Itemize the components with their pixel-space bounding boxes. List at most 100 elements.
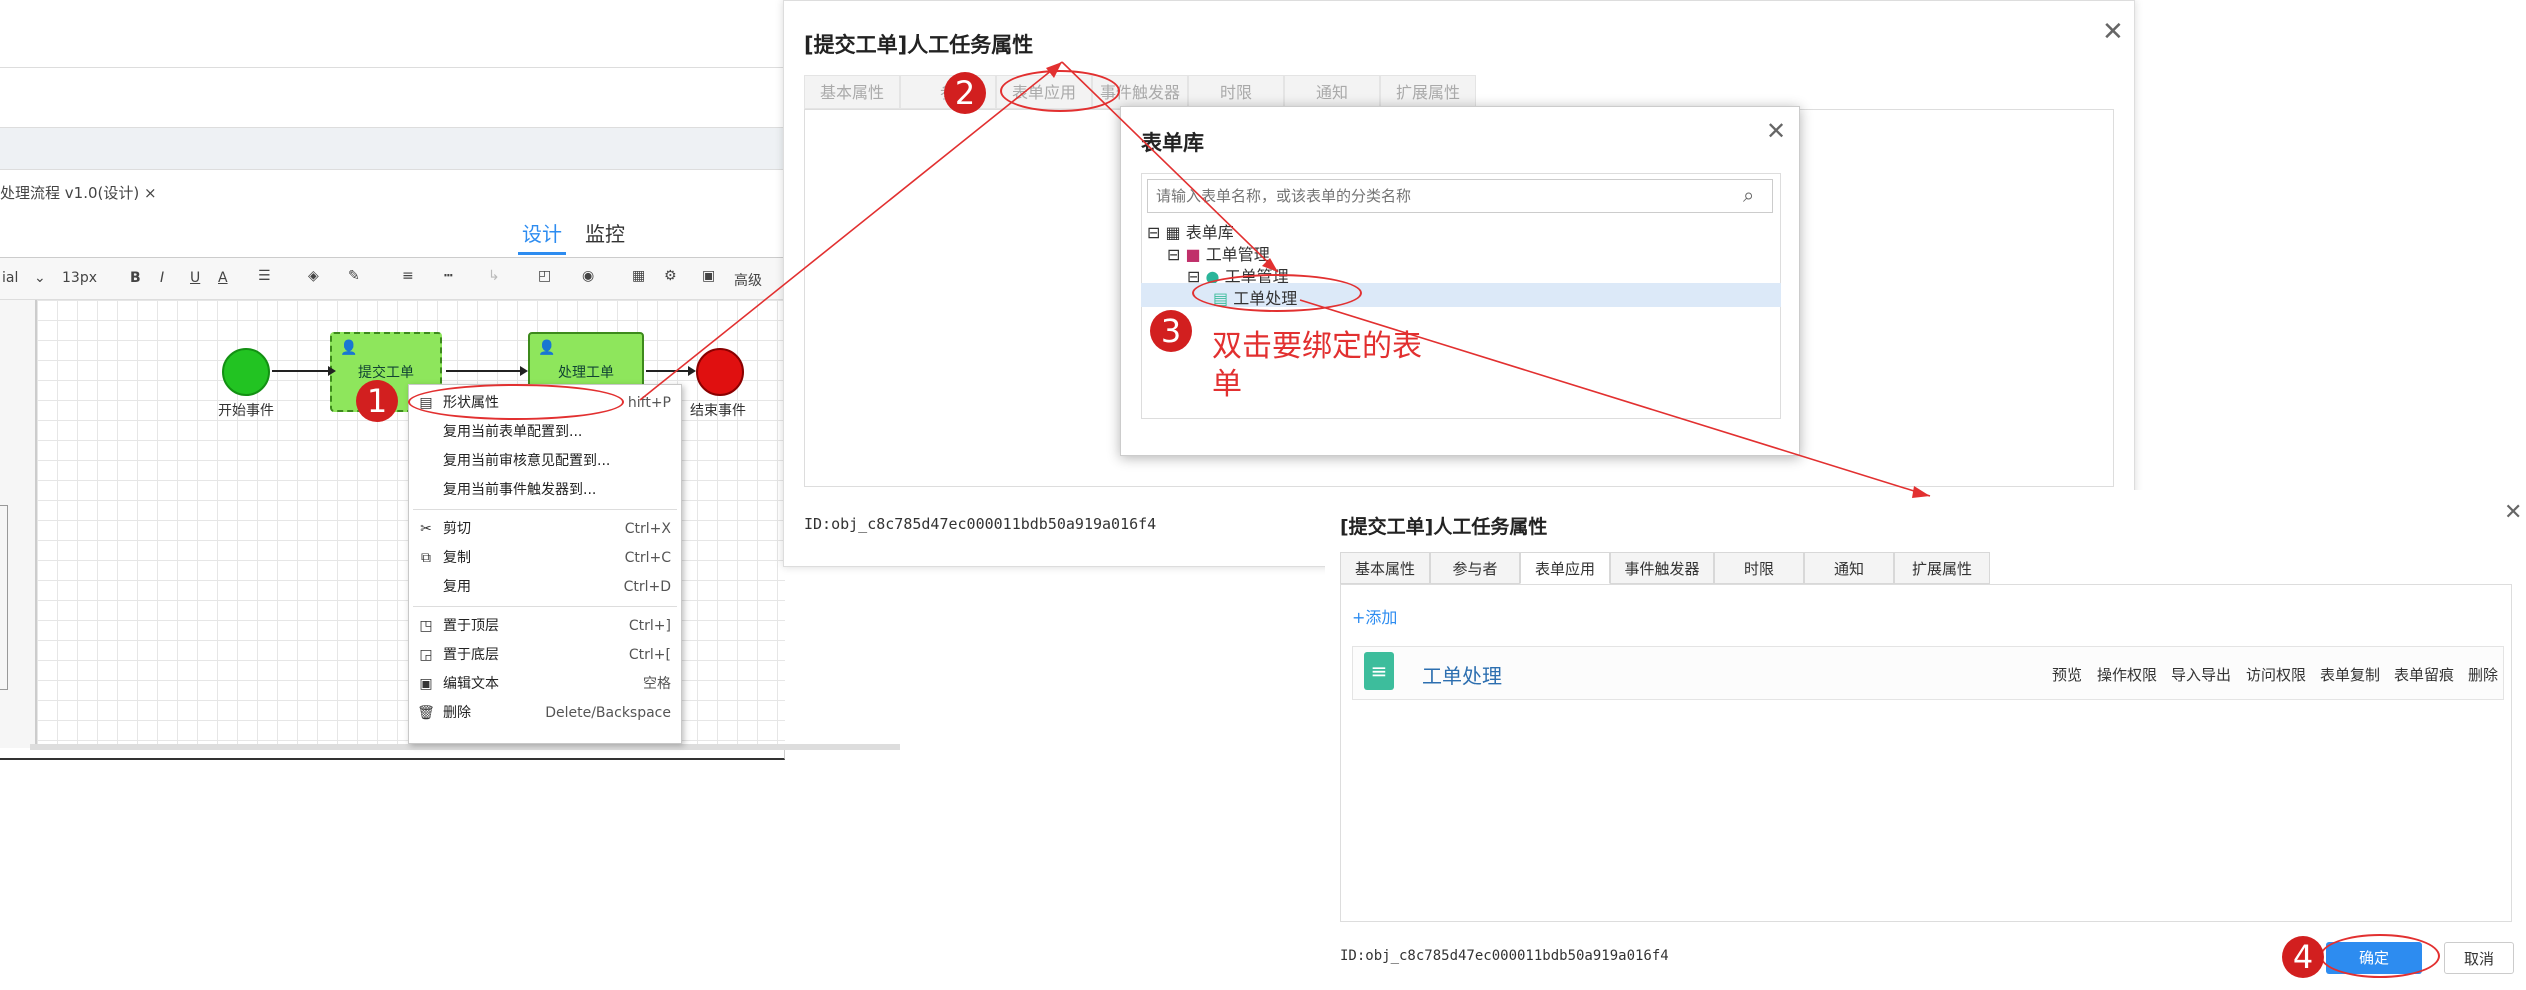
action-form-trace[interactable]: 表单留痕	[2394, 664, 2454, 685]
editor-header	[0, 0, 785, 68]
editor-menubar	[0, 68, 785, 128]
tab-design-underline	[518, 252, 566, 255]
context-menu: ▤ 形状属性 hift+P 复用当前表单配置到... 复用当前审核意见配置到... …	[408, 384, 682, 744]
flow-arrows	[272, 366, 696, 376]
trash-icon: 🗑	[417, 705, 435, 721]
arrange-icon[interactable]: ◰	[538, 268, 551, 284]
menu-item-cut[interactable]: ✂ 剪切 Ctrl+X	[409, 515, 681, 544]
step-marker: 4	[2282, 936, 2324, 978]
tab-time-limit[interactable]: 时限	[1714, 552, 1804, 584]
bring-front-icon: ◳	[419, 618, 433, 634]
line-color-icon[interactable]: ✎	[348, 268, 360, 284]
annotation-ellipse	[1000, 70, 1120, 112]
annotation-text-line1: 双击要绑定的表	[1212, 329, 1422, 364]
menu-item-copy[interactable]: ⧉ 复制 Ctrl+C	[409, 544, 681, 573]
chevron-down-icon[interactable]: ⌄	[34, 270, 46, 286]
annotation-text-line2: 单	[1212, 367, 1242, 402]
menu-divider	[413, 606, 677, 607]
document-tab[interactable]: 处理流程 v1.0(设计) ×	[0, 178, 157, 208]
palette-panel	[0, 505, 8, 690]
tab-monitor[interactable]: 监控	[585, 218, 625, 247]
menu-item-duplicate[interactable]: 复用 Ctrl+D	[409, 573, 681, 602]
italic-button[interactable]: I	[160, 270, 164, 286]
add-form-button[interactable]: +添加	[1352, 604, 1397, 628]
end-event-label: 结束事件	[690, 403, 746, 419]
send-back-icon: ◲	[419, 647, 433, 663]
advanced-menu[interactable]: 高级	[734, 270, 762, 290]
object-id: ID:obj_c8c785d47ec000011bdb50a919a016f4	[804, 515, 1157, 533]
search-icon[interactable]: ⌕	[1743, 183, 1754, 207]
tree-group-label: 工单管理	[1205, 245, 1270, 264]
action-access-permission[interactable]: 访问权限	[2246, 664, 2306, 685]
tab-event-trigger[interactable]: 事件触发器	[1610, 552, 1714, 584]
tab-extended[interactable]: 扩展属性	[1380, 75, 1476, 109]
user-icon: 👤	[538, 340, 556, 356]
tab-participants[interactable]: 参与者	[1430, 552, 1520, 584]
form-app-panel	[1340, 584, 2512, 922]
font-size-select[interactable]: 13px	[62, 270, 97, 286]
annotation-ellipse	[408, 384, 624, 420]
step-marker: 1	[356, 380, 398, 422]
tab-basic[interactable]: 基本属性	[1340, 552, 1430, 584]
bold-button[interactable]: B	[130, 270, 141, 286]
form-name[interactable]: 工单处理	[1422, 660, 1502, 689]
menu-item-reuse-review[interactable]: 复用当前审核意见配置到...	[409, 447, 681, 476]
form-file-icon: ≡	[1364, 652, 1394, 690]
object-id: ID:obj_c8c785d47ec000011bdb50a919a016f4	[1340, 948, 1669, 964]
align-icon[interactable]: ☰	[258, 268, 271, 284]
menu-item-reuse-form[interactable]: 复用当前表单配置到...	[409, 418, 681, 447]
close-icon[interactable]: ✕	[1766, 117, 1786, 145]
annotation-text: 双击要绑定的表 单	[1212, 328, 1422, 404]
action-op-permission[interactable]: 操作权限	[2097, 664, 2157, 685]
grid-icon[interactable]: ▦	[632, 268, 645, 284]
cancel-button[interactable]: 取消	[2444, 942, 2514, 974]
menu-item-reuse-trigger[interactable]: 复用当前事件触发器到...	[409, 476, 681, 505]
font-color-button[interactable]: A	[218, 270, 228, 286]
fill-color-icon[interactable]: ◈	[308, 268, 319, 284]
menu-item-delete[interactable]: 🗑 删除 Delete/Backspace	[409, 699, 681, 728]
dialog-title: [提交工单]人工任务属性	[1340, 516, 1548, 538]
font-select[interactable]: ial	[2, 270, 18, 286]
tab-extended[interactable]: 扩展属性	[1894, 552, 1990, 584]
tab-design[interactable]: 设计	[522, 218, 562, 247]
tree-node-root[interactable]: ⊟ ▦ 表单库	[1147, 219, 1234, 243]
editor-subbar	[0, 128, 785, 170]
action-preview[interactable]: 预览	[2052, 664, 2082, 685]
annotation-ellipse	[2320, 934, 2440, 978]
copy-icon: ⧉	[421, 550, 431, 566]
close-icon[interactable]: ✕	[2504, 500, 2522, 525]
menu-item-send-back[interactable]: ◲ 置于底层 Ctrl+[	[409, 641, 681, 670]
form-library-title: 表单库	[1141, 131, 1204, 155]
scissors-icon: ✂	[420, 521, 432, 537]
action-delete[interactable]: 删除	[2468, 664, 2498, 685]
tab-time-limit[interactable]: 时限	[1188, 75, 1284, 109]
step-marker: 2	[944, 72, 986, 114]
horizontal-scrollbar[interactable]	[30, 744, 900, 750]
form-search-input[interactable]	[1147, 179, 1773, 213]
view-icon[interactable]: ◉	[582, 268, 594, 284]
tree-node-group[interactable]: ⊟ ■ 工单管理	[1167, 241, 1270, 265]
start-event-label: 开始事件	[218, 403, 274, 419]
close-icon[interactable]: ✕	[2102, 17, 2124, 47]
tab-basic[interactable]: 基本属性	[804, 75, 900, 109]
tab-notify[interactable]: 通知	[1284, 75, 1380, 109]
underline-button[interactable]: U	[190, 270, 200, 286]
tab-notify[interactable]: 通知	[1804, 552, 1894, 584]
step-marker: 3	[1150, 310, 1192, 352]
menu-item-bring-front[interactable]: ◳ 置于顶层 Ctrl+]	[409, 612, 681, 641]
dialog-title: [提交工单]人工任务属性	[804, 33, 1034, 57]
design-tabs-bar	[0, 208, 785, 258]
edit-text-icon: ▣	[419, 676, 433, 692]
connector-icon[interactable]: ↳	[488, 268, 500, 284]
action-import-export[interactable]: 导入导出	[2171, 664, 2231, 685]
line-width-icon[interactable]: ≡	[402, 268, 414, 284]
gear-icon[interactable]: ⚙	[664, 268, 677, 284]
menu-item-edit-text[interactable]: ▣ 编辑文本 空格	[409, 670, 681, 699]
user-icon: 👤	[340, 340, 358, 356]
menu-divider	[413, 509, 677, 510]
action-form-copy[interactable]: 表单复制	[2320, 664, 2380, 685]
line-style-icon[interactable]: ┅	[444, 268, 452, 284]
tab-form-app[interactable]: 表单应用	[1520, 552, 1610, 584]
start-event-node[interactable]	[222, 348, 270, 396]
clipboard-icon[interactable]: ▣	[702, 268, 715, 284]
